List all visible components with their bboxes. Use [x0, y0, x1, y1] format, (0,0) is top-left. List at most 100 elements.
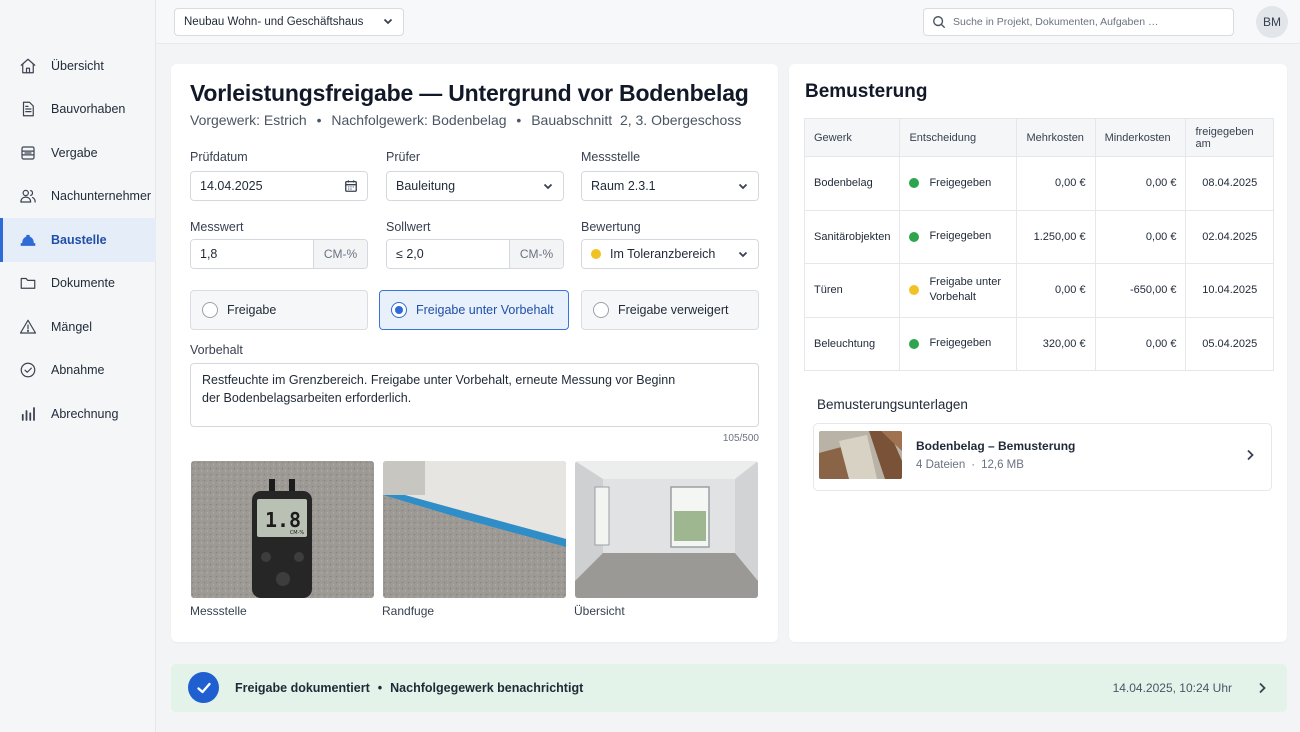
- table-row[interactable]: Beleuchtung Freigegeben 320,00 € 0,00 € …: [803, 316, 1274, 371]
- option-freigabe-unter-vorbehalt[interactable]: Freigabe unter Vorbehalt: [379, 290, 569, 330]
- cell-entscheidung: Freigegeben: [899, 316, 1018, 371]
- doc-thumbnail: [819, 431, 902, 479]
- chevron-down-icon: [382, 15, 394, 30]
- sidebar: Übersicht Bauvorhaben Vergabe Nachuntern…: [0, 0, 156, 732]
- bewertung-value: Im Toleranzbereich: [610, 247, 716, 261]
- search-icon: [933, 16, 946, 29]
- bemusterung-card: Bemusterung Gewerk Entscheidung Mehrkost…: [789, 64, 1287, 642]
- bewertung-label: Bewertung: [581, 220, 641, 234]
- document-icon: [19, 100, 37, 118]
- doc-card[interactable]: Bodenbelag – Bemusterung 4 Dateien · 12,6 …: [813, 423, 1272, 491]
- cell-entscheidung: Freigabe unter Vorbehalt: [899, 263, 1018, 318]
- cell-datum: 05.04.2025: [1185, 316, 1274, 371]
- photo-messstelle[interactable]: 1.8 CM-%: [191, 461, 374, 598]
- sidebar-item-label: Mängel: [51, 319, 92, 334]
- sidebar-nav: Übersicht Bauvorhaben Vergabe Nachuntern…: [0, 44, 156, 436]
- photo-caption: Randfuge: [382, 604, 435, 618]
- sidebar-item-bauvorhaben[interactable]: Bauvorhaben: [0, 88, 156, 132]
- project-select-value: Neubau Wohn- und Geschäftshaus: [184, 16, 364, 28]
- doc-meta: 4 Dateien · 12,6 MB: [916, 459, 1024, 471]
- status-dot-green: [909, 178, 920, 189]
- bar-chart-icon: [19, 405, 37, 423]
- bewertung-select[interactable]: Im Toleranzbereich: [581, 239, 759, 269]
- photo-randfuge[interactable]: [383, 461, 566, 598]
- table-row[interactable]: Bodenbelag Freigegeben 0,00 € 0,00 € 08.…: [803, 156, 1274, 211]
- sidebar-item-label: Nachunternehmer: [51, 189, 152, 204]
- status-dot-yellow: [909, 285, 920, 296]
- project-select[interactable]: Neubau Wohn- und Geschäftshaus: [174, 8, 404, 36]
- sidebar-item-nachunternehmer[interactable]: Nachunternehmer: [0, 175, 156, 219]
- sidebar-item-label: Abrechnung: [51, 406, 119, 421]
- check-icon: [188, 672, 219, 703]
- photo-uebersicht[interactable]: [575, 461, 758, 598]
- sidebar-item-abrechnung[interactable]: Abrechnung: [0, 392, 156, 436]
- messwert-field[interactable]: 1,8 CM-%: [190, 239, 368, 269]
- sidebar-item-baustelle[interactable]: Baustelle: [0, 218, 156, 262]
- home-icon: [19, 57, 37, 75]
- pruefer-label: Prüfer: [386, 150, 421, 164]
- cell-minderkosten: 0,00 €: [1094, 316, 1187, 371]
- radio-icon: [202, 302, 218, 318]
- subtitle-bauabschnitt: Bauabschnitt 2, 3. Obergeschoss: [531, 112, 742, 128]
- subtitle-nachfolgewerk: Nachfolgewerk: Bodenbelag: [331, 112, 507, 128]
- chevron-down-icon: [737, 180, 749, 192]
- column-header: Entscheidung: [899, 118, 1018, 157]
- sollwert-field[interactable]: ≤ 2,0 CM-%: [386, 239, 564, 269]
- cell-gewerk: Sanitärobjekten: [803, 209, 901, 264]
- cell-minderkosten: -650,00 €: [1094, 263, 1187, 318]
- cell-datum: 08.04.2025: [1185, 156, 1274, 211]
- option-label: Freigabe unter Vorbehalt: [416, 303, 554, 317]
- sidebar-item-uebersicht[interactable]: Übersicht: [0, 44, 156, 88]
- column-header: Mehrkosten: [1016, 118, 1096, 157]
- vorbehalt-textarea[interactable]: Restfeuchte im Grenzbereich. Freigabe un…: [190, 363, 759, 427]
- cell-mehrkosten: 320,00 €: [1016, 316, 1096, 371]
- cell-datum: 10.04.2025: [1185, 263, 1274, 318]
- search-input[interactable]: Suche in Projekt, Dokumenten, Aufgaben …: [923, 8, 1234, 36]
- status-bar[interactable]: Freigabe dokumentiert • Nachfolgegewerk be…: [171, 664, 1287, 712]
- option-freigabe[interactable]: Freigabe: [190, 290, 368, 330]
- docs-title: Bemusterungsunterlagen: [817, 397, 968, 412]
- pruefer-select[interactable]: Bauleitung: [386, 171, 564, 201]
- vorbehalt-label: Vorbehalt: [190, 343, 243, 357]
- status-dot-green: [909, 231, 920, 242]
- cell-minderkosten: 0,00 €: [1094, 209, 1187, 264]
- table-row[interactable]: Türen Freigabe unter Vorbehalt 0,00 € -6…: [803, 263, 1274, 318]
- option-freigabe-verweigert[interactable]: Freigabe verweigert: [581, 290, 759, 330]
- sidebar-item-dokumente[interactable]: Dokumente: [0, 262, 156, 306]
- sidebar-item-label: Vergabe: [51, 145, 98, 160]
- sollwert-value: ≤ 2,0: [387, 240, 509, 268]
- pruefdatum-field[interactable]: 14.04.2025: [190, 171, 368, 201]
- doc-name: Bodenbelag – Bemusterung: [916, 439, 1076, 453]
- check-circle-icon: [19, 361, 37, 379]
- sidebar-item-maengel[interactable]: Mängel: [0, 305, 156, 349]
- status-dot-green: [909, 338, 920, 349]
- avatar[interactable]: BM: [1256, 6, 1288, 38]
- sidebar-item-vergabe[interactable]: Vergabe: [0, 131, 156, 175]
- bemusterung-title: Bemusterung: [805, 81, 928, 102]
- cell-gewerk: Beleuchtung: [803, 316, 901, 371]
- decision-label: Freigegeben: [929, 176, 992, 189]
- messstelle-select[interactable]: Raum 2.3.1: [581, 171, 759, 201]
- photo-caption: Übersicht: [574, 604, 625, 618]
- char-counter: 105/500: [722, 433, 759, 444]
- vorbehalt-text: Restfeuchte im Grenzbereich. Freigabe un…: [202, 373, 676, 405]
- column-header: Gewerk: [803, 118, 901, 157]
- cell-gewerk: Türen: [803, 263, 901, 318]
- doc-files: 4 Dateien: [916, 459, 966, 471]
- sollwert-unit: CM-%: [509, 240, 563, 268]
- radio-icon: [593, 302, 609, 318]
- stack-icon: [19, 144, 37, 162]
- folder-icon: [19, 274, 37, 292]
- sidebar-item-label: Baustelle: [51, 232, 107, 247]
- decision-label: Freigegeben: [929, 230, 992, 243]
- option-label: Freigabe verweigert: [618, 303, 729, 317]
- sidebar-item-label: Dokumente: [51, 276, 115, 291]
- bemusterung-table: Gewerk Entscheidung Mehrkosten Minderkos…: [803, 118, 1274, 371]
- cell-mehrkosten: 0,00 €: [1016, 263, 1096, 318]
- chevron-down-icon: [737, 248, 749, 260]
- subtitle-vorgewerk: Vorgewerk: Estrich: [190, 112, 307, 128]
- cell-mehrkosten: 0,00 €: [1016, 156, 1096, 211]
- column-header: Minderkosten: [1094, 118, 1187, 157]
- sidebar-item-abnahme[interactable]: Abnahme: [0, 349, 156, 393]
- table-row[interactable]: Sanitärobjekten Freigegeben 1.250,00 € 0…: [803, 209, 1274, 264]
